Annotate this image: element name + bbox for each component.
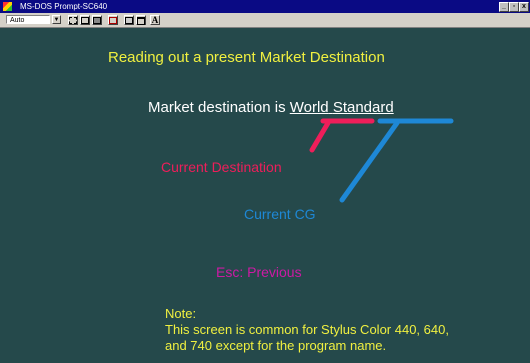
font-size-select[interactable]: Auto: [6, 15, 50, 24]
paste-icon[interactable]: [92, 15, 102, 25]
font-button[interactable]: A: [150, 15, 160, 25]
window-title: MS-DOS Prompt-SC640: [20, 2, 108, 11]
properties-icon[interactable]: [124, 15, 134, 25]
toolbar: Auto ▼ A: [0, 13, 530, 28]
esc-previous-hint: Esc: Previous: [216, 264, 302, 280]
cg-pointer: [339, 120, 400, 203]
close-button[interactable]: x: [519, 2, 529, 12]
console-area[interactable]: Reading out a present Market Destination…: [0, 28, 530, 363]
mark-icon[interactable]: [68, 15, 78, 25]
note-title: Note:: [165, 306, 197, 321]
full-screen-icon[interactable]: [108, 15, 118, 25]
background-icon[interactable]: [136, 15, 146, 25]
minimize-button[interactable]: _: [499, 2, 509, 12]
note-line-1: This screen is common for Stylus Color 4…: [165, 322, 449, 337]
current-cg-label: Current CG: [244, 206, 316, 222]
note-block: Note: This screen is common for Stylus C…: [165, 306, 449, 354]
maximize-button[interactable]: ▫: [509, 2, 519, 12]
destination-pointer: [309, 120, 331, 153]
title-bar[interactable]: MS-DOS Prompt-SC640 _ ▫ x: [0, 0, 530, 13]
ms-dos-prompt-window: MS-DOS Prompt-SC640 _ ▫ x Auto ▼ A Readi…: [0, 0, 530, 363]
current-destination-label: Current Destination: [161, 159, 282, 175]
chevron-down-icon[interactable]: ▼: [52, 15, 61, 24]
copy-icon[interactable]: [80, 15, 90, 25]
note-line-2: and 740 except for the program name.: [165, 338, 387, 353]
ms-dos-icon[interactable]: [3, 2, 12, 11]
